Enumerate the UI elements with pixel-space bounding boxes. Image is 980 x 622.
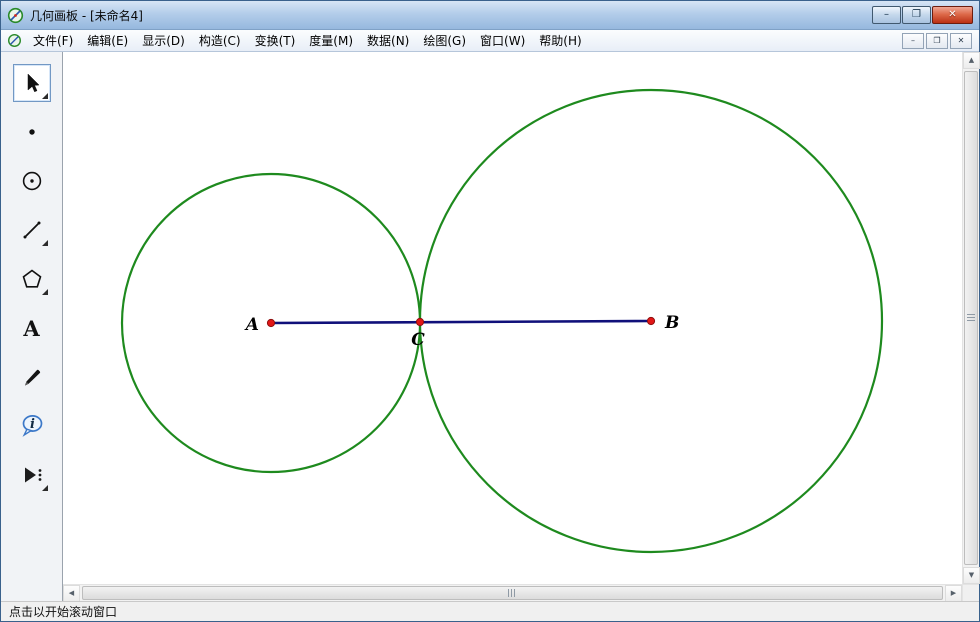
flyout-corner-icon xyxy=(42,240,48,246)
close-button[interactable]: ✕ xyxy=(932,6,973,24)
child-window-icon[interactable] xyxy=(7,33,22,48)
vertical-scroll-thumb[interactable] xyxy=(964,71,978,565)
selection-arrow-icon xyxy=(20,71,44,95)
circle-icon xyxy=(20,169,44,193)
minimize-button[interactable]: – xyxy=(872,6,901,24)
selection-arrow-tool[interactable] xyxy=(13,64,51,102)
horizontal-scroll-track[interactable] xyxy=(80,585,945,601)
menu-file[interactable]: 文件(F) xyxy=(26,29,80,52)
point-label-C[interactable]: C xyxy=(411,330,425,350)
custom-tool-icon xyxy=(19,463,45,487)
scrollbar-corner xyxy=(962,584,979,601)
title-bar[interactable]: 几何画板 - [未命名4] – ❐ ✕ xyxy=(1,1,979,30)
flyout-corner-icon xyxy=(42,93,48,99)
content-area: A i xyxy=(1,52,979,601)
tool-palette: A i xyxy=(1,52,63,601)
scroll-right-button[interactable]: ▶ xyxy=(945,585,962,602)
horizontal-scrollbar[interactable]: ◀ ▶ xyxy=(63,584,962,601)
menu-data[interactable]: 数据(N) xyxy=(360,29,416,52)
menu-transform[interactable]: 变换(T) xyxy=(248,29,303,52)
point-label-B[interactable]: B xyxy=(664,313,679,333)
menu-window[interactable]: 窗口(W) xyxy=(473,29,532,52)
child-close-button[interactable]: ✕ xyxy=(950,33,972,49)
menu-help[interactable]: 帮助(H) xyxy=(532,29,588,52)
point-tool[interactable] xyxy=(13,113,51,151)
point-icon xyxy=(20,120,44,144)
flyout-corner-icon xyxy=(42,485,48,491)
maximize-button[interactable]: ❐ xyxy=(902,6,931,24)
information-i-glyph: i xyxy=(30,417,35,432)
point-A[interactable] xyxy=(267,319,274,326)
app-icon xyxy=(7,7,24,24)
child-minimize-button[interactable]: – xyxy=(902,33,924,49)
menu-measure[interactable]: 度量(M) xyxy=(302,29,360,52)
point-B[interactable] xyxy=(647,317,654,324)
marker-tool[interactable] xyxy=(13,358,51,396)
window-controls: – ❐ ✕ xyxy=(872,6,973,24)
compass-circle-tool[interactable] xyxy=(13,162,51,200)
vertical-scrollbar[interactable]: ▲ ▼ xyxy=(962,52,979,584)
menu-graph[interactable]: 绘图(G) xyxy=(416,29,473,52)
menu-construct[interactable]: 构造(C) xyxy=(192,29,248,52)
text-tool[interactable]: A xyxy=(13,309,51,347)
scroll-down-button[interactable]: ▼ xyxy=(963,567,980,584)
status-bar: 点击以开始滚动窗口 xyxy=(1,601,979,621)
polygon-tool[interactable] xyxy=(13,260,51,298)
scroll-grip-icon xyxy=(967,314,975,323)
vertical-scroll-track[interactable] xyxy=(963,69,979,567)
information-tool[interactable]: i xyxy=(13,407,51,445)
child-window-controls: – ❐ ✕ xyxy=(902,33,975,49)
scroll-grip-icon xyxy=(508,589,517,597)
scroll-up-button[interactable]: ▲ xyxy=(963,52,980,69)
segment-icon xyxy=(20,218,44,242)
point-label-A[interactable]: A xyxy=(244,315,259,335)
pentagon-icon xyxy=(20,267,44,291)
sketch-canvas[interactable]: A B C xyxy=(63,52,962,584)
text-tool-icon: A xyxy=(23,318,39,339)
geometry-svg: A B C xyxy=(63,52,962,584)
flyout-corner-icon xyxy=(42,289,48,295)
menu-display[interactable]: 显示(D) xyxy=(135,29,192,52)
custom-tool[interactable] xyxy=(13,456,51,494)
document-area: A B C ▲ ▼ ◀ ▶ xyxy=(63,52,979,601)
straightedge-tool[interactable] xyxy=(13,211,51,249)
menu-bar: 文件(F) 编辑(E) 显示(D) 构造(C) 变换(T) 度量(M) 数据(N… xyxy=(1,30,979,52)
status-text: 点击以开始滚动窗口 xyxy=(9,603,117,620)
point-C[interactable] xyxy=(416,318,423,325)
scroll-left-button[interactable]: ◀ xyxy=(63,585,80,602)
marker-pen-icon xyxy=(20,365,44,389)
app-window: 几何画板 - [未命名4] – ❐ ✕ 文件(F) 编辑(E) 显示(D) 构造… xyxy=(0,0,980,622)
child-restore-button[interactable]: ❐ xyxy=(926,33,948,49)
segment-AB[interactable] xyxy=(271,321,651,323)
menu-edit[interactable]: 编辑(E) xyxy=(80,29,135,52)
information-bubble-icon: i xyxy=(19,413,45,439)
window-title: 几何画板 - [未命名4] xyxy=(30,7,143,24)
horizontal-scroll-thumb[interactable] xyxy=(82,586,943,600)
